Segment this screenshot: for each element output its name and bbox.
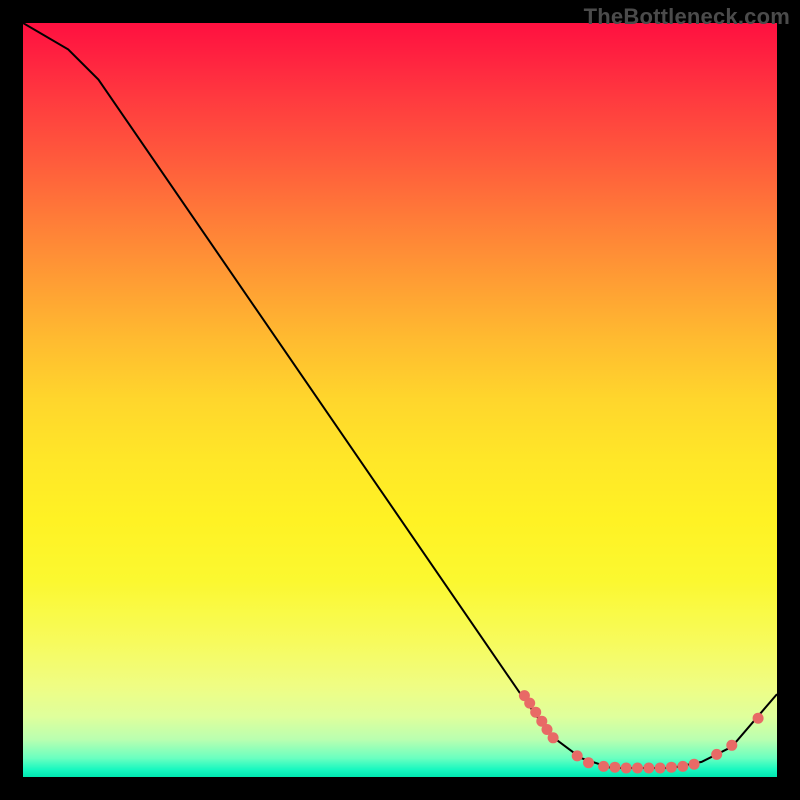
data-marker [726,740,737,751]
data-marker [666,762,677,773]
data-marker [677,761,688,772]
data-marker [655,763,666,774]
bottleneck-curve [23,23,777,768]
data-marker [753,713,764,724]
data-marker [621,763,632,774]
data-marker [583,757,594,768]
data-marker [632,763,643,774]
marker-group [519,690,764,773]
data-marker [548,732,559,743]
data-marker [572,750,583,761]
data-marker [643,763,654,774]
data-marker [530,707,541,718]
data-marker [711,749,722,760]
watermark-text: TheBottleneck.com [584,4,790,30]
chart-frame: TheBottleneck.com [0,0,800,800]
data-marker [524,698,535,709]
data-marker [689,759,700,770]
data-marker [598,761,609,772]
data-marker [609,762,620,773]
curve-layer [23,23,777,777]
plot-area [23,23,777,777]
